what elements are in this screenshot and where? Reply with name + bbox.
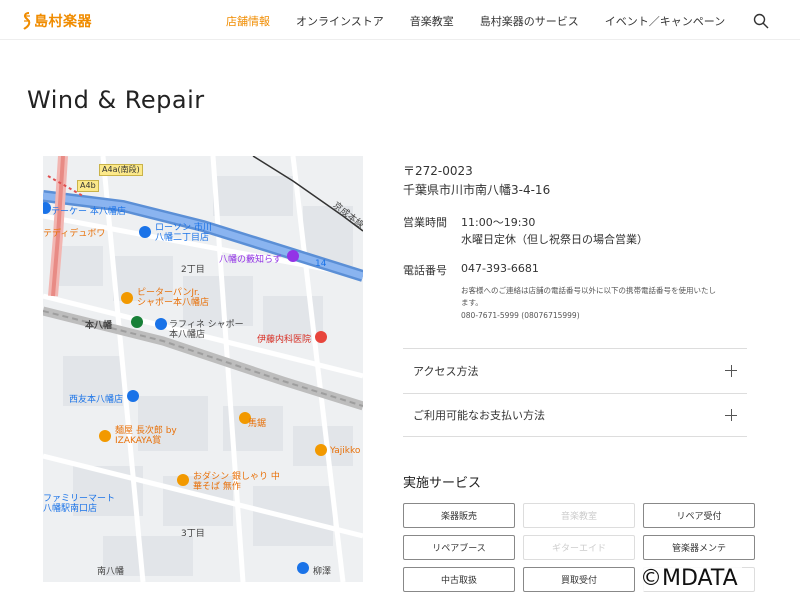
map-label-lawson[interactable]: ローソン 市川 八幡二丁目店 bbox=[155, 223, 212, 243]
accordion-access-label: アクセス方法 bbox=[413, 364, 479, 378]
mobile-number: 080-7671-5999 (08076715999) bbox=[461, 311, 580, 320]
nav-store-info[interactable]: 店舗情報 bbox=[226, 13, 270, 29]
accordion-payment-label: ご利用可能なお支払い方法 bbox=[413, 409, 545, 422]
map-label-chojiro[interactable]: 麺屋 長次郎 by IZAKAYA賞 bbox=[115, 426, 177, 446]
logo-mark-icon bbox=[23, 12, 31, 30]
map-label-seiyu[interactable]: 西友本八幡店 bbox=[69, 392, 123, 405]
station-pin-icon[interactable] bbox=[131, 316, 143, 328]
phone-label: 電話番号 bbox=[403, 264, 447, 277]
store-map[interactable]: A4a(南段) A4b テーケー 本八幡店 テディデュボワ ローソン 市川 八幡… bbox=[43, 156, 363, 582]
services-title: 実施サービス bbox=[403, 476, 482, 491]
service-wind-maintenance[interactable]: 管楽器メンテ bbox=[643, 535, 755, 560]
accordion-payment[interactable]: ご利用可能なお支払い方法 bbox=[403, 393, 747, 437]
service-music-school: 音楽教室 bbox=[523, 503, 635, 528]
map-label-laffine[interactable]: ラフィネ シャポー 本八幡店 bbox=[169, 320, 244, 340]
route-14-label: 14 bbox=[315, 259, 327, 269]
map-label-minami-yawata: 南八幡 bbox=[97, 567, 125, 577]
closed-days: 水曜日定休（但し祝祭日の場合営業） bbox=[461, 233, 648, 246]
road-badge-a4b: A4b bbox=[77, 180, 99, 192]
service-repair-reception[interactable]: リペア受付 bbox=[643, 503, 755, 528]
shop-pin-icon[interactable] bbox=[155, 318, 167, 330]
nav-online-store[interactable]: オンラインストア bbox=[296, 13, 384, 29]
store-address: 千葉県市川市南八幡3-4-16 bbox=[403, 183, 551, 197]
restaurant-pin-icon[interactable] bbox=[315, 444, 327, 456]
phone-value[interactable]: 047-393-6681 bbox=[461, 262, 539, 275]
service-used-items[interactable]: 中古取扱 bbox=[403, 567, 515, 592]
contact-note: お客様へのご連絡は店舗の電話番号以外に以下の携帯電話番号を使用いたし bbox=[461, 286, 716, 295]
map-label-odashin[interactable]: おダシン 銀しゃり 中華そば 無作 bbox=[193, 472, 283, 492]
map-label-yajikko[interactable]: Yajikko bbox=[330, 446, 360, 456]
service-repair-booth[interactable]: リペアブース bbox=[403, 535, 515, 560]
map-label-motoyawata[interactable]: 本八幡 bbox=[85, 318, 112, 331]
map-label-familymart[interactable]: ファミリーマート 八幡駅南口店 bbox=[43, 494, 115, 514]
nav-services[interactable]: 島村楽器のサービス bbox=[480, 13, 579, 29]
map-label-teddy[interactable]: テディデュボワ bbox=[43, 226, 105, 239]
map-label-2chome: 2丁目 bbox=[181, 265, 205, 275]
map-label-ito-clinic[interactable]: 伊藤内科医院 bbox=[257, 332, 311, 345]
map-label-peter[interactable]: ピーターパンJr. シャポー本八幡店 bbox=[137, 288, 209, 308]
map-label-yawata-sora[interactable]: 八幡の藪知らず bbox=[219, 252, 282, 265]
hours-label: 営業時間 bbox=[403, 216, 447, 229]
site-header: 島村楽器 店舗情報 オンラインストア 音楽教室 島村楽器のサービス イベント／キ… bbox=[0, 0, 800, 40]
nav-events[interactable]: イベント／キャンペーン bbox=[605, 13, 725, 29]
logo[interactable]: 島村楽器 bbox=[22, 10, 92, 32]
place-pin-icon[interactable] bbox=[297, 562, 309, 574]
map-canvas bbox=[43, 156, 363, 582]
map-label-tokei[interactable]: テーケー 本八幡店 bbox=[51, 204, 126, 217]
page-title: Wind & Repair bbox=[27, 86, 205, 114]
service-buyback[interactable]: 買取受付 bbox=[523, 567, 635, 592]
service-instrument-sales[interactable]: 楽器販売 bbox=[403, 503, 515, 528]
logo-text: 島村楽器 bbox=[34, 14, 92, 30]
shop-pin-icon[interactable] bbox=[127, 390, 139, 402]
restaurant-pin-icon[interactable] bbox=[99, 430, 111, 442]
plus-icon bbox=[725, 409, 737, 421]
accordion-access[interactable]: アクセス方法 bbox=[403, 348, 747, 392]
watermark: ©MDATA bbox=[636, 566, 742, 591]
postal-code: 〒272-0023 bbox=[403, 164, 473, 178]
contact-note-cont: ます。 bbox=[461, 298, 483, 307]
landmark-pin-icon[interactable] bbox=[287, 250, 299, 262]
road-badge-a4a: A4a(南段) bbox=[99, 164, 143, 176]
restaurant-pin-icon[interactable] bbox=[177, 474, 189, 486]
restaurant-pin-icon[interactable] bbox=[121, 292, 133, 304]
map-label-bamei[interactable]: 馬鋸 bbox=[248, 416, 266, 429]
main-nav: 店舗情報 オンラインストア 音楽教室 島村楽器のサービス イベント／キャンペーン bbox=[226, 13, 751, 29]
search-icon[interactable] bbox=[753, 13, 769, 29]
store-pin-icon[interactable] bbox=[139, 226, 151, 238]
hours-value: 11:00〜19:30 bbox=[461, 216, 536, 229]
map-label-3chome: 3丁目 bbox=[181, 529, 205, 539]
service-guitar-aid: ギターエイド bbox=[523, 535, 635, 560]
map-label-yanagi: 柳澤 bbox=[313, 567, 332, 577]
clinic-pin-icon[interactable] bbox=[315, 331, 327, 343]
nav-music-school[interactable]: 音楽教室 bbox=[410, 13, 454, 29]
plus-icon bbox=[725, 364, 737, 377]
